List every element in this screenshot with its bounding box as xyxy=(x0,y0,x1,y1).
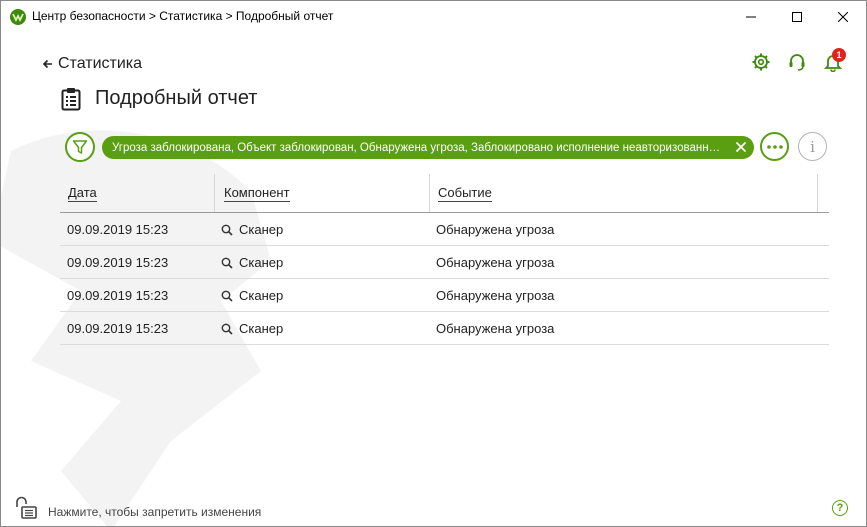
column-header-event[interactable]: Событие xyxy=(438,174,492,213)
back-link[interactable]: Статистика xyxy=(43,55,142,73)
cell-date: 09.09.2019 15:23 xyxy=(67,255,169,270)
unlocked-padlock-icon[interactable] xyxy=(14,496,38,520)
maximize-icon xyxy=(792,11,802,22)
window-title: Центр безопасности > Статистика > Подроб… xyxy=(32,9,334,23)
table-row[interactable]: 09.09.2019 15:23 Сканер Обнаружена угроз… xyxy=(60,312,829,345)
info-button[interactable]: i xyxy=(798,132,827,161)
notification-badge[interactable]: 1 xyxy=(832,48,846,62)
cell-event: Обнаружена угроза xyxy=(436,222,555,237)
app-window: Центр безопасности > Статистика > Подроб… xyxy=(0,0,867,527)
page-title: Подробный отчет xyxy=(95,87,258,109)
close-icon xyxy=(838,11,848,22)
help-icon[interactable]: ? xyxy=(832,500,848,516)
support-headset-icon[interactable] xyxy=(787,52,807,72)
scanner-search-icon xyxy=(221,323,233,335)
filter-funnel-icon xyxy=(72,140,88,154)
cell-event: Обнаружена угроза xyxy=(436,255,555,270)
scanner-search-icon xyxy=(221,290,233,302)
maximize-button[interactable] xyxy=(774,1,820,32)
cell-component: Сканер xyxy=(221,312,283,345)
table-row[interactable]: 09.09.2019 15:23 Сканер Обнаружена угроз… xyxy=(60,213,829,246)
minimize-button[interactable] xyxy=(728,1,774,32)
column-divider[interactable] xyxy=(429,174,430,212)
minimize-icon xyxy=(746,16,756,17)
gear-icon[interactable] xyxy=(751,52,771,72)
filter-chip-label: Угроза заблокирована, Объект заблокирова… xyxy=(112,141,726,154)
cell-date: 09.09.2019 15:23 xyxy=(67,288,169,303)
column-header-date[interactable]: Дата xyxy=(68,174,97,213)
events-table: Дата Компонент Событие 09.09.2019 15:23 … xyxy=(60,174,829,345)
column-header-component[interactable]: Компонент xyxy=(224,174,290,213)
column-divider[interactable] xyxy=(817,174,818,212)
title-bar: Центр безопасности > Статистика > Подроб… xyxy=(1,1,866,32)
close-button[interactable] xyxy=(820,1,866,32)
filter-button[interactable] xyxy=(65,132,95,162)
cell-date: 09.09.2019 15:23 xyxy=(67,321,169,336)
table-row[interactable]: 09.09.2019 15:23 Сканер Обнаружена угроз… xyxy=(60,279,829,312)
cell-component: Сканер xyxy=(221,246,283,279)
info-icon: i xyxy=(810,137,815,156)
clear-filter-icon[interactable] xyxy=(734,140,748,154)
cell-component: Сканер xyxy=(221,279,283,312)
table-header: Дата Компонент Событие xyxy=(60,174,829,213)
more-dots-icon xyxy=(766,144,783,149)
active-filter-chip[interactable]: Угроза заблокирована, Объект заблокирова… xyxy=(102,136,754,159)
more-options-button[interactable] xyxy=(760,132,789,161)
cell-component: Сканер xyxy=(221,213,283,246)
table-row[interactable]: 09.09.2019 15:23 Сканер Обнаружена угроз… xyxy=(60,246,829,279)
cell-event: Обнаружена угроза xyxy=(436,288,555,303)
app-logo-icon xyxy=(10,9,26,25)
back-link-label: Статистика xyxy=(58,55,143,72)
lock-changes-link[interactable]: Нажмите, чтобы запретить изменения xyxy=(48,505,261,519)
cell-event: Обнаружена угроза xyxy=(436,321,555,336)
scanner-search-icon xyxy=(221,257,233,269)
scanner-search-icon xyxy=(221,224,233,236)
arrow-left-icon xyxy=(43,59,52,69)
cell-date: 09.09.2019 15:23 xyxy=(67,222,169,237)
column-divider[interactable] xyxy=(214,174,215,212)
report-clipboard-icon xyxy=(61,88,81,111)
